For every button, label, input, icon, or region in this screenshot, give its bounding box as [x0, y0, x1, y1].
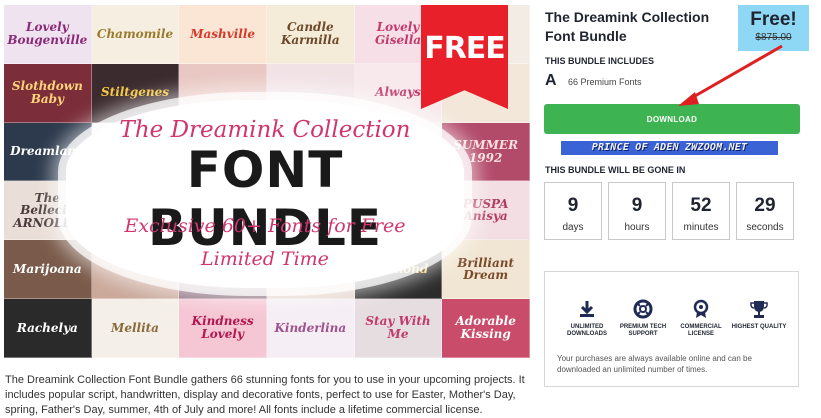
hero-collection-title: The Dreamink Collection [119, 117, 411, 143]
font-preview-tile: Adorable Kissing [442, 299, 530, 358]
features-note: Your purchases are always available onli… [557, 354, 752, 374]
countdown-value: 9 [567, 195, 579, 216]
fonts-count: 66 Premium Fonts [568, 77, 642, 87]
price-original: $875.00 [755, 32, 792, 43]
hero-exclusive-subtitle: Exclusive 60+ Fonts for Free [124, 215, 406, 237]
countdown-heading: THIS BUNDLE WILL BE GONE IN [545, 165, 686, 175]
feature-highest-quality: HIGHEST QUALITY [729, 299, 789, 331]
price-box: Free! $875.00 [738, 5, 809, 51]
font-type-icon: A [545, 72, 557, 89]
feature-label: HIGHEST QUALITY [731, 324, 787, 330]
font-preview-tile: Kindness Lovely [179, 299, 267, 358]
font-preview-tile: Kinderlina [266, 299, 355, 358]
font-preview-tile: Lovely Bougenville [4, 5, 92, 64]
font-preview-tile: Candle Karmilla [266, 5, 355, 64]
download-button[interactable]: DOWNLOAD [544, 104, 800, 134]
features-box: UNLIMITED DOWNLOADS PREMIUM TECH SUPPORT… [544, 271, 799, 387]
font-preview-tile: Mellita [91, 299, 180, 358]
font-preview-tile: Stay With Me [354, 299, 443, 358]
price-current: Free! [750, 9, 797, 30]
countdown-unit: days [562, 222, 584, 233]
includes-heading: THIS BUNDLE INCLUDES [545, 56, 655, 66]
hero-limited-time: Limited Time [201, 248, 329, 270]
hero-font-bundle-title: FONT BUNDLE [147, 141, 383, 257]
bundle-description: The Dreamink Collection Font Bundle gath… [5, 374, 525, 416]
feature-premium-support: PREMIUM TECH SUPPORT [613, 299, 673, 338]
countdown-value: 52 [690, 195, 712, 216]
feature-label: COMMERCIAL LICENSE [680, 324, 722, 337]
font-preview-tile: Slothdown Baby [4, 63, 92, 123]
countdown-value: 29 [754, 195, 776, 216]
font-preview-tile: Rachelya [4, 299, 92, 358]
lifebuoy-icon [633, 299, 653, 319]
ribbon-badge-icon [693, 299, 709, 318]
feature-commercial-license: COMMERCIAL LICENSE [671, 299, 731, 338]
countdown-unit: minutes [683, 222, 719, 233]
countdown-seconds: 29 seconds [736, 182, 794, 240]
bundle-title: The Dreamink Collection Font Bundle [545, 9, 710, 44]
countdown-hours: 9 hours [608, 182, 666, 240]
countdown-unit: hours [624, 222, 650, 233]
font-preview-tile: Mashville [179, 5, 267, 64]
countdown-days: 9 days [544, 182, 602, 240]
watermark-banner: PRINCE OF ADEN ZWZOOM.NET [561, 141, 778, 155]
download-icon [580, 301, 594, 317]
free-ribbon-label: FREE [424, 31, 506, 66]
feature-unlimited-downloads: UNLIMITED DOWNLOADS [557, 299, 617, 338]
trophy-icon [750, 301, 768, 318]
countdown-minutes: 52 minutes [672, 182, 730, 240]
feature-label: PREMIUM TECH SUPPORT [619, 324, 667, 337]
feature-label: UNLIMITED DOWNLOADS [567, 324, 607, 337]
font-preview-tile: Chamomile [91, 5, 180, 64]
countdown-unit: seconds [746, 222, 784, 233]
countdown-value: 9 [631, 195, 643, 216]
